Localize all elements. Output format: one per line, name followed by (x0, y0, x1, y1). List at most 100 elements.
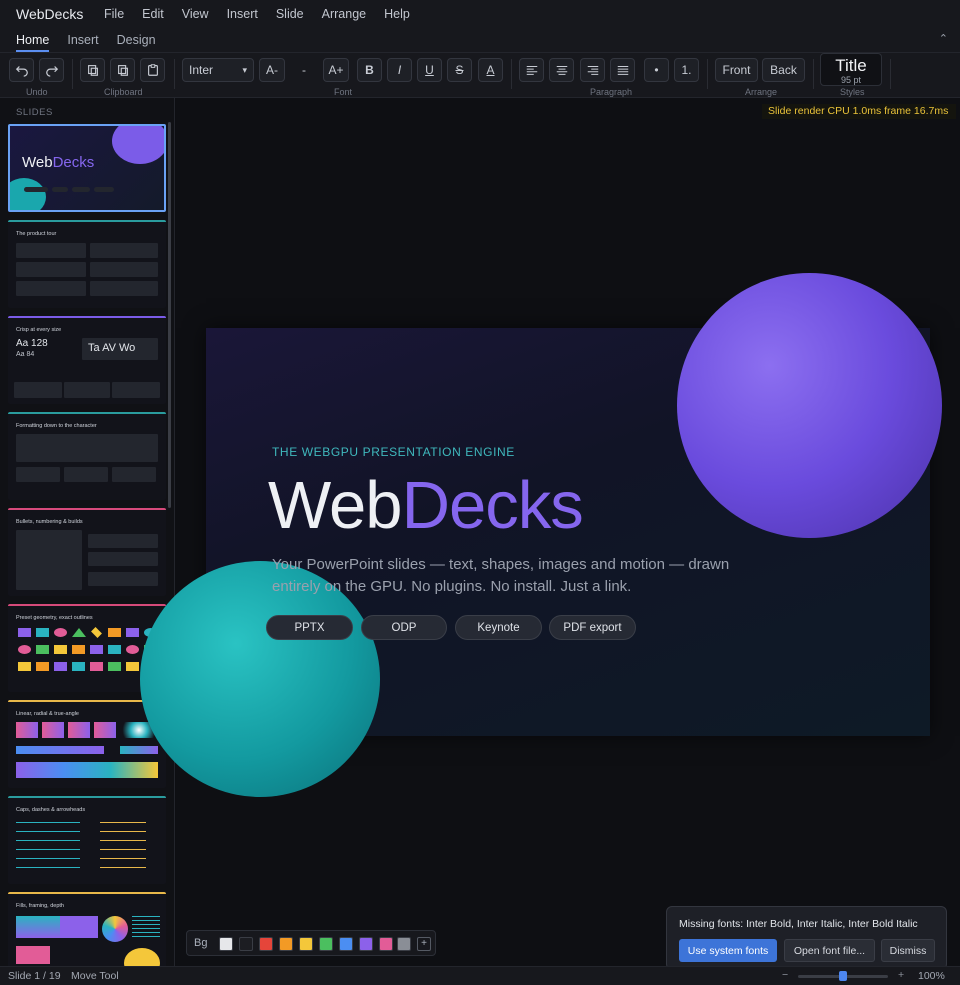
thumb-gradient (42, 722, 64, 738)
swatch-8[interactable] (359, 937, 373, 951)
open-font-file-button[interactable]: Open font file... (784, 939, 875, 962)
align-justify-icon (617, 65, 628, 75)
zoom-slider-handle[interactable] (839, 971, 847, 981)
paste-button[interactable] (140, 58, 165, 82)
pill-pdf-export[interactable]: PDF export (549, 615, 636, 640)
text-color-button[interactable]: A (478, 58, 503, 82)
undo-button[interactable] (9, 58, 34, 82)
bring-front-button[interactable]: Front (715, 58, 758, 82)
slide-thumbnail-3[interactable]: Crisp at every size Aa 128 Aa 84 Ta AV W… (8, 316, 166, 404)
swatch-6[interactable] (319, 937, 333, 951)
bold-button[interactable]: B (357, 58, 382, 82)
group-label-styles: Styles (840, 87, 865, 97)
slide-title[interactable]: WebDecks (268, 466, 584, 546)
ribbon-divider (72, 59, 73, 89)
send-back-button[interactable]: Back (762, 58, 805, 82)
thumb-fill (102, 916, 128, 942)
group-label-undo: Undo (26, 87, 48, 97)
swatch-3[interactable] (259, 937, 273, 951)
thumb-gradient (16, 722, 38, 738)
align-left-button[interactable] (519, 58, 544, 82)
pill-pptx[interactable]: PPTX (266, 615, 353, 640)
style-title-preset[interactable]: Title 95 pt (820, 53, 882, 86)
swatch-4[interactable] (279, 937, 293, 951)
menu-edit[interactable]: Edit (142, 7, 164, 21)
slide-thumbnail-7[interactable]: Linear, radial & true-angle (8, 700, 166, 788)
thumb-card (16, 243, 86, 258)
use-system-fonts-button[interactable]: Use system fonts (679, 939, 777, 962)
align-justify-button[interactable] (610, 58, 635, 82)
strikethrough-button[interactable]: S (447, 58, 472, 82)
cut-button[interactable] (80, 58, 105, 82)
thumb-fill (132, 916, 160, 938)
slide-eyebrow[interactable]: THE WEBGPU PRESENTATION ENGINE (272, 445, 515, 459)
menu-insert[interactable]: Insert (227, 7, 258, 21)
swatch-2[interactable] (239, 937, 253, 951)
thumb-card (88, 552, 158, 566)
menu-help[interactable]: Help (384, 7, 410, 21)
slide-thumbnail-9[interactable]: Fills, framing, depth (8, 892, 166, 966)
slide-thumbnail-4[interactable]: Formatting down to the character (8, 412, 166, 500)
slide-sidebar: SLIDES WebDecks The product tour Crisp a… (0, 98, 175, 966)
style-title-label: Title (835, 56, 867, 75)
thumb-orb (112, 126, 164, 164)
thumb-title: Caps, dashes & arrowheads (16, 807, 86, 813)
thumb-card (16, 434, 158, 462)
swatch-9[interactable] (379, 937, 393, 951)
pill-keynote[interactable]: Keynote (455, 615, 542, 640)
align-right-button[interactable] (580, 58, 605, 82)
zoom-slider[interactable] (798, 971, 888, 981)
swatch-10[interactable] (397, 937, 411, 951)
tab-design[interactable]: Design (117, 33, 156, 52)
thumb-type-sample: Aa 84 (16, 351, 35, 358)
font-family-select[interactable]: Inter ▾ (182, 58, 254, 82)
swatch-5[interactable] (299, 937, 313, 951)
zoom-in-button[interactable]: + (898, 969, 904, 981)
copy-button[interactable] (110, 58, 135, 82)
tab-home[interactable]: Home (16, 33, 50, 52)
align-center-button[interactable] (549, 58, 574, 82)
font-size-value[interactable]: - (290, 58, 318, 82)
font-size-increase-button[interactable]: A+ (323, 58, 349, 82)
align-center-icon (556, 65, 567, 75)
chevron-up-icon[interactable]: ⌃ (939, 32, 948, 45)
swatch-1[interactable] (219, 937, 233, 951)
add-swatch-button[interactable]: + (417, 937, 431, 951)
menu-arrange[interactable]: Arrange (322, 7, 366, 21)
slide-title-part-b: Decks (401, 468, 584, 543)
thumb-gradient (120, 746, 158, 754)
group-label-arrange: Arrange (745, 87, 778, 97)
dismiss-button[interactable]: Dismiss (881, 939, 935, 962)
italic-button[interactable]: I (387, 58, 412, 82)
zoom-out-button[interactable]: − (782, 969, 788, 981)
menu-slide[interactable]: Slide (276, 7, 304, 21)
thumb-pill (72, 187, 90, 192)
slide-title-part-a: Web (268, 468, 403, 543)
slide-thumbnail-8[interactable]: Caps, dashes & arrowheads (8, 796, 166, 884)
ribbon-divider (707, 59, 708, 89)
sidebar-scrollbar[interactable] (168, 122, 171, 508)
numbered-list-button[interactable]: 1. (674, 58, 699, 82)
undo-icon (15, 66, 28, 77)
chevron-down-icon: ▾ (242, 64, 247, 75)
tab-insert[interactable]: Insert (67, 33, 98, 52)
slide-subtitle[interactable]: Your PowerPoint slides — text, shapes, i… (272, 554, 772, 598)
pill-odp[interactable]: ODP (361, 615, 447, 640)
thumb-title: Preset geometry, exact outlines (16, 615, 93, 621)
thumb-title: Linear, radial & true-angle (16, 711, 79, 717)
bullet-list-button[interactable]: • (644, 58, 669, 82)
thumb-pill (94, 187, 114, 192)
font-family-value: Inter (189, 63, 214, 77)
swatch-7[interactable] (339, 937, 353, 951)
underline-button[interactable]: U (417, 58, 442, 82)
slide-thumbnail-1[interactable]: WebDecks (8, 124, 166, 212)
menu-view[interactable]: View (182, 7, 209, 21)
redo-button[interactable] (39, 58, 64, 82)
thumb-title: Formatting down to the character (16, 423, 97, 429)
menu-file[interactable]: File (104, 7, 124, 21)
slide-thumbnail-2[interactable]: The product tour (8, 220, 166, 308)
duplicate-icon (117, 65, 128, 76)
purple-orb-shape[interactable] (677, 273, 942, 538)
slide-thumbnail-5[interactable]: Bullets, numbering & builds (8, 508, 166, 596)
font-size-decrease-button[interactable]: A- (259, 58, 285, 82)
